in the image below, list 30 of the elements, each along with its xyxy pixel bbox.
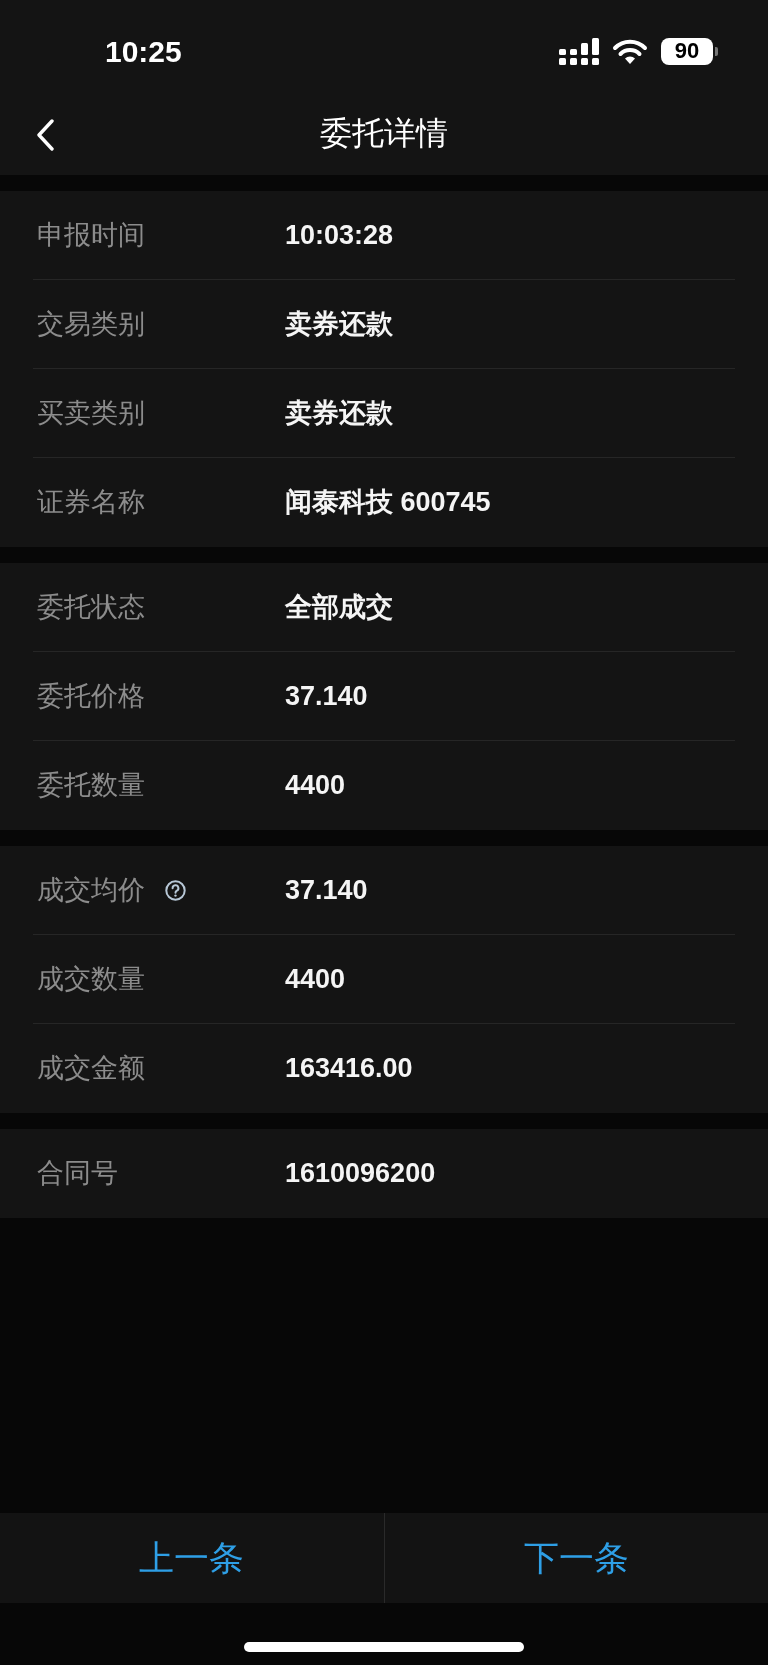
nav-button[interactable]: 下一条 bbox=[384, 1513, 768, 1603]
field-value: 4400 bbox=[285, 962, 346, 996]
field-label: 成交金额 bbox=[37, 1052, 145, 1086]
field-label: 成交均价 bbox=[37, 873, 145, 907]
page-title: 委托详情 bbox=[320, 113, 448, 153]
field-label: 合同号 bbox=[37, 1157, 118, 1191]
field-label: 委托价格 bbox=[37, 679, 145, 713]
field-value: 闻泰科技 600745 bbox=[285, 486, 491, 520]
back-icon bbox=[36, 119, 54, 151]
field-value: 卖券还款 bbox=[285, 307, 393, 341]
field-value: 37.140 bbox=[285, 873, 368, 907]
help-icon[interactable] bbox=[165, 879, 186, 901]
field-value: 10:03:28 bbox=[285, 218, 394, 252]
field-value: 全部成交 bbox=[285, 590, 393, 624]
field-label: 证券名称 bbox=[37, 486, 145, 520]
field-label: 买卖类别 bbox=[37, 396, 145, 430]
signal-icon bbox=[559, 37, 599, 65]
field-value: 163416.00 bbox=[285, 1052, 413, 1086]
field-label: 委托数量 bbox=[37, 769, 145, 803]
field-value: 1610096200 bbox=[285, 1157, 436, 1191]
field-value: 4400 bbox=[285, 769, 346, 803]
wifi-icon bbox=[612, 38, 648, 64]
field-value: 37.140 bbox=[285, 679, 368, 713]
field-label: 交易类别 bbox=[37, 307, 145, 341]
field-label: 申报时间 bbox=[37, 218, 145, 252]
nav-button[interactable]: 上一条 bbox=[0, 1513, 384, 1603]
field-value: 卖券还款 bbox=[285, 396, 393, 430]
field-label: 成交数量 bbox=[37, 962, 145, 996]
field-label: 委托状态 bbox=[37, 590, 145, 624]
status-time: 10:25 bbox=[105, 33, 182, 70]
